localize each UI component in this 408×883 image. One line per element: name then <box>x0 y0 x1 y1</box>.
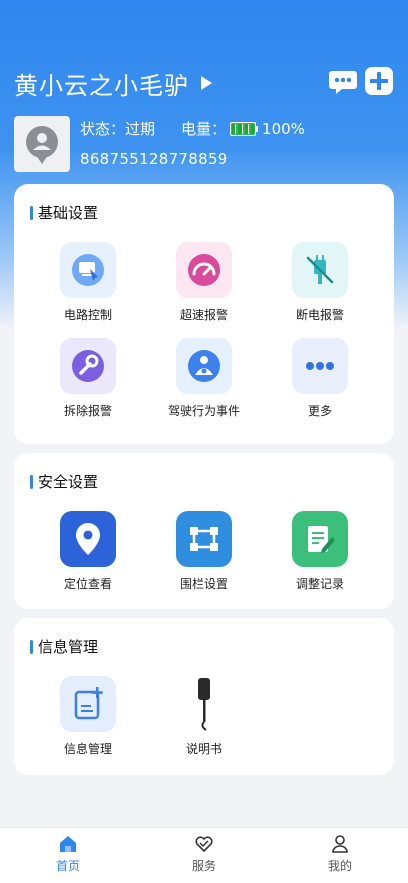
item-label: 拆除报警 <box>63 404 112 418</box>
fence-icon <box>176 511 232 567</box>
item-label: 信息管理 <box>63 742 112 756</box>
more-dots-icon <box>292 338 348 394</box>
adjustment-log-button[interactable]: 调整记录 <box>265 511 375 592</box>
status-value: 过期 <box>125 120 156 138</box>
title-accent-bar <box>30 639 33 654</box>
info-management-button[interactable]: 信息管理 <box>33 676 143 757</box>
power-off-alarm-button[interactable]: 断电报警 <box>265 242 375 323</box>
more-button[interactable]: 更多 <box>265 338 375 419</box>
nav-label: 服务 <box>191 859 216 873</box>
manual-button[interactable]: 说明书 <box>149 676 259 757</box>
play-triangle-icon <box>201 76 212 90</box>
title-accent-bar <box>30 474 33 489</box>
info-management-card: 信息管理 信息管理 说明书 <box>14 618 394 775</box>
basic-settings-card: 基础设置 电路控制 超速报警 断电报警 拆除报警 驾驶行为事件 更多 <box>14 184 394 444</box>
item-label: 定位查看 <box>63 577 112 591</box>
item-label: 电路控制 <box>63 308 112 322</box>
device-profile: 状态： 过期 电量： 100% 868755128778859 <box>14 116 394 172</box>
device-name: 黄小云之小毛驴 <box>14 71 189 100</box>
section-title: 信息管理 <box>30 636 98 657</box>
overspeed-alarm-button[interactable]: 超速报警 <box>149 242 259 323</box>
section-title-text: 安全设置 <box>38 473 99 491</box>
unplug-icon <box>292 242 348 298</box>
title-accent-bar <box>30 205 33 220</box>
header-actions <box>328 66 394 96</box>
battery-icon <box>230 121 259 136</box>
status-label: 状态： <box>80 120 126 138</box>
location-pin-icon <box>60 511 116 567</box>
location-view-button[interactable]: 定位查看 <box>33 511 143 592</box>
gps-device-icon <box>176 676 232 732</box>
section-title-text: 基础设置 <box>38 204 99 222</box>
section-title-text: 信息管理 <box>38 638 99 656</box>
battery-label: 电量： <box>181 120 227 138</box>
add-icon[interactable] <box>364 66 394 96</box>
item-label: 驾驶行为事件 <box>167 404 240 418</box>
item-label: 断电报警 <box>295 308 344 322</box>
item-label: 超速报警 <box>179 308 228 322</box>
security-settings-card: 安全设置 定位查看 围栏设置 调整记录 <box>14 453 394 609</box>
chat-icon[interactable] <box>328 66 358 96</box>
section-title: 安全设置 <box>30 471 98 492</box>
document-add-icon <box>60 676 116 732</box>
nav-label: 我的 <box>327 859 352 873</box>
device-selector[interactable]: 黄小云之小毛驴 <box>14 66 212 100</box>
nav-mine[interactable]: 我的 <box>300 834 380 874</box>
heart-icon <box>195 836 213 853</box>
status-line: 状态： 过期 电量： 100% <box>80 118 305 139</box>
circuit-control-button[interactable]: 电路控制 <box>33 242 143 323</box>
nav-home[interactable]: 首页 <box>28 834 108 874</box>
tamper-alarm-button[interactable]: 拆除报警 <box>33 338 143 419</box>
home-icon <box>60 836 76 852</box>
user-icon <box>332 835 348 853</box>
edit-document-icon <box>292 511 348 567</box>
item-label: 更多 <box>307 404 332 418</box>
driving-behavior-button[interactable]: 驾驶行为事件 <box>149 338 259 419</box>
wrench-icon <box>60 338 116 394</box>
section-title: 基础设置 <box>30 202 98 223</box>
nav-label: 首页 <box>55 859 80 873</box>
bottom-navigation: 首页 服务 我的 <box>0 827 408 883</box>
device-id: 868755128778859 <box>80 150 228 168</box>
driver-icon <box>176 338 232 394</box>
geofence-settings-button[interactable]: 围栏设置 <box>149 511 259 592</box>
location-avatar-icon <box>26 126 58 164</box>
speedometer-icon <box>176 242 232 298</box>
item-label: 围栏设置 <box>179 577 228 591</box>
circuit-control-icon <box>60 242 116 298</box>
avatar[interactable] <box>14 116 70 172</box>
nav-service[interactable]: 服务 <box>164 834 244 874</box>
item-label: 说明书 <box>185 742 222 756</box>
item-label: 调整记录 <box>295 577 344 591</box>
battery-value: 100% <box>262 119 305 138</box>
